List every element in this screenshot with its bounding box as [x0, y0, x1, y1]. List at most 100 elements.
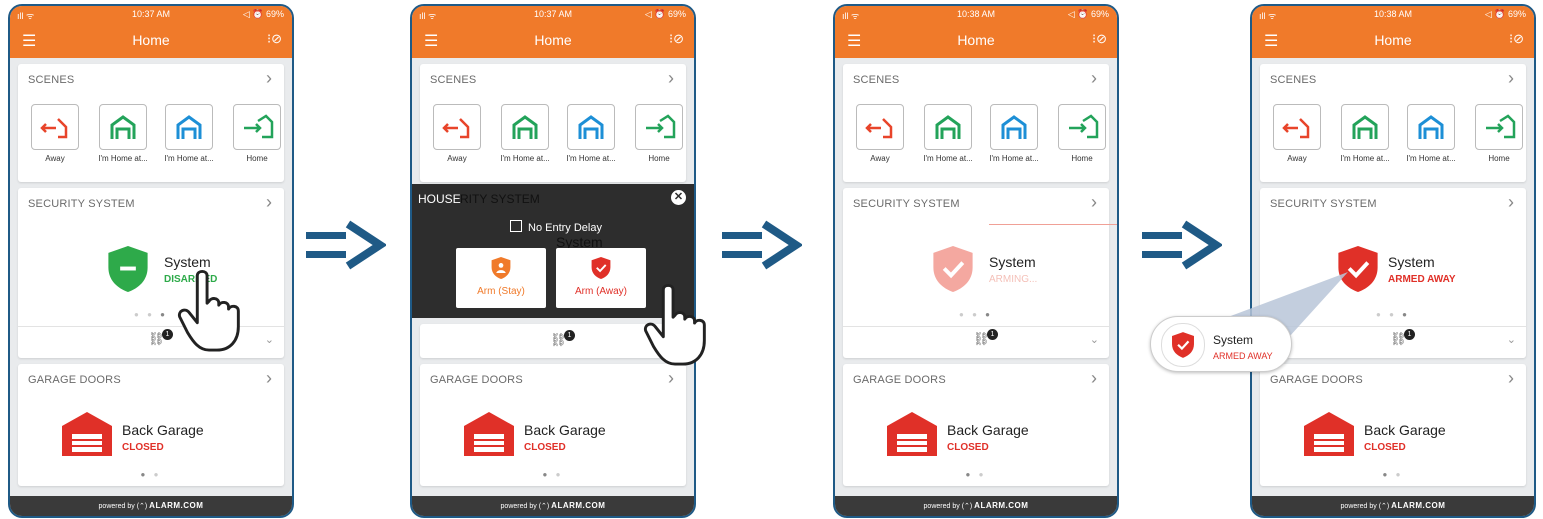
- garage-card: GARAGE DOORS › Back Garage CLOSED ● ●: [843, 364, 1109, 486]
- enter-house-icon: [233, 104, 281, 150]
- logo-icon: (⌃): [538, 503, 550, 510]
- chevron-down-icon[interactable]: ⌄: [265, 333, 274, 346]
- scene-home[interactable]: Home: [228, 104, 286, 163]
- chevron-right-icon[interactable]: ›: [1091, 68, 1097, 89]
- logo-icon: (⌃): [136, 503, 148, 510]
- checklist-icon[interactable]: ⁝⊘: [669, 31, 684, 47]
- battery-indicator: ◁ ⏰ 69%: [1067, 9, 1109, 19]
- scene-label: I'm Home at...: [989, 154, 1039, 163]
- footer: powered by (⌃) ALARM.COM: [1252, 496, 1534, 516]
- garage-header: GARAGE DOORS: [430, 374, 523, 386]
- powered-by: powered by: [1340, 503, 1377, 510]
- scene-label: I'm Home at...: [923, 154, 973, 163]
- page-title: Home: [534, 32, 572, 48]
- garage-name: Back Garage: [947, 422, 1029, 438]
- scene-home[interactable]: Home: [1470, 104, 1528, 163]
- scene-label: Away: [45, 154, 65, 163]
- garage-name: Back Garage: [122, 422, 204, 438]
- security-card: SECURITY SYSTEM › System ARMING... ● ● ●…: [843, 188, 1117, 359]
- scene-home-at-2[interactable]: I'm Home at...: [1402, 104, 1460, 163]
- status-bar: ıll ᯤ 10:38 AM ◁ ⏰ 69%: [835, 6, 1117, 22]
- system-name: System: [989, 254, 1036, 270]
- page-dots: ● ●: [542, 470, 564, 479]
- exit-house-icon: [1273, 104, 1321, 150]
- checklist-icon[interactable]: ⁝⊘: [1509, 31, 1524, 47]
- security-header: SECURITY SYSTEM: [28, 198, 135, 210]
- scene-label: I'm Home at...: [164, 154, 214, 163]
- arm-away-button[interactable]: Arm (Away): [556, 248, 646, 308]
- scene-home-at-1[interactable]: I'm Home at...: [919, 104, 977, 163]
- callout-name: System: [1213, 333, 1254, 347]
- no-entry-delay-checkbox[interactable]: No Entry Delay: [510, 220, 602, 234]
- arm-stay-button[interactable]: Arm (Stay): [456, 248, 546, 308]
- phone-screen-3: ıll ᯤ 10:38 AM ◁ ⏰ 69% ☰ Home ⁝⊘ SCENES …: [833, 4, 1119, 518]
- top-nav: ☰ Home ⁝⊘: [835, 22, 1117, 58]
- shield-disarmed-icon[interactable]: [106, 244, 150, 294]
- battery-indicator: ◁ ⏰ 69%: [242, 9, 284, 19]
- close-icon[interactable]: ✕: [671, 190, 686, 205]
- step-arrow-icon: [1142, 220, 1222, 270]
- garage-name: Back Garage: [1364, 422, 1446, 438]
- shield-person-icon: [490, 256, 512, 280]
- scene-away[interactable]: Away: [428, 104, 486, 163]
- garage-door-icon[interactable]: [60, 410, 114, 458]
- garage-name: Back Garage: [524, 422, 606, 438]
- system-status: ARMED AWAY: [1388, 274, 1456, 285]
- shield-armed-icon[interactable]: [1336, 244, 1380, 294]
- scene-home-at-1[interactable]: I'm Home at...: [1336, 104, 1394, 163]
- scene-label: I'm Home at...: [500, 154, 550, 163]
- brand-name: ALARM.COM: [1391, 501, 1446, 510]
- chevron-right-icon[interactable]: ›: [1091, 368, 1097, 389]
- garage-icon: [99, 104, 147, 150]
- scene-home-at-2[interactable]: I'm Home at...: [985, 104, 1043, 163]
- status-bar: ıll ᯤ 10:37 AM ◁ ⏰ 69%: [10, 6, 292, 22]
- chevron-right-icon[interactable]: ›: [1091, 192, 1097, 213]
- scene-home[interactable]: Home: [1053, 104, 1111, 163]
- enter-house-icon: [1058, 104, 1106, 150]
- chevron-right-icon[interactable]: ›: [1508, 68, 1514, 89]
- garage-header: GARAGE DOORS: [28, 374, 121, 386]
- checkbox-icon: [510, 220, 522, 232]
- footer: powered by (⌃) ALARM.COM: [10, 496, 292, 516]
- chevron-right-icon[interactable]: ›: [668, 68, 674, 89]
- chevron-right-icon[interactable]: ›: [1508, 368, 1514, 389]
- chevron-right-icon[interactable]: ›: [1508, 192, 1514, 213]
- shield-armed-icon: [1172, 332, 1194, 358]
- scene-away[interactable]: Away: [26, 104, 84, 163]
- scene-away[interactable]: Away: [1268, 104, 1326, 163]
- garage-door-icon[interactable]: [462, 410, 516, 458]
- checklist-icon[interactable]: ⁝⊘: [1092, 31, 1107, 47]
- system-name: System: [1388, 254, 1435, 270]
- logo-icon: (⌃): [1378, 503, 1390, 510]
- garage-door-icon[interactable]: [1302, 410, 1356, 458]
- page-dots: ● ● ●: [1376, 310, 1410, 319]
- scene-home-at-1[interactable]: I'm Home at...: [94, 104, 152, 163]
- brand-name: ALARM.COM: [974, 501, 1029, 510]
- scene-home-at-1[interactable]: I'm Home at...: [496, 104, 554, 163]
- scene-label: Home: [246, 154, 268, 163]
- chevron-down-icon[interactable]: ⌄: [1507, 333, 1516, 346]
- chevron-right-icon[interactable]: ›: [266, 68, 272, 89]
- garage-door-icon[interactable]: [885, 410, 939, 458]
- exit-house-icon: [31, 104, 79, 150]
- garage-status: CLOSED: [1364, 442, 1406, 453]
- page-title: Home: [132, 32, 170, 48]
- scene-label: Away: [870, 154, 890, 163]
- scene-home-at-2[interactable]: I'm Home at...: [562, 104, 620, 163]
- chevron-right-icon[interactable]: ›: [266, 192, 272, 213]
- security-header: SECURITY SYSTEM: [1270, 198, 1377, 210]
- garage-icon: [924, 104, 972, 150]
- scene-home-at-2[interactable]: I'm Home at...: [160, 104, 218, 163]
- scenes-card: SCENES › Away I'm Home at... I'm Home at…: [18, 64, 284, 182]
- page-title: Home: [957, 32, 995, 48]
- chevron-right-icon[interactable]: ›: [668, 368, 674, 389]
- chevron-right-icon[interactable]: ›: [266, 368, 272, 389]
- page-dots: ● ●: [965, 470, 987, 479]
- checklist-icon[interactable]: ⁝⊘: [267, 31, 282, 47]
- chevron-down-icon[interactable]: ⌄: [1090, 333, 1099, 346]
- scene-label: Away: [447, 154, 467, 163]
- security-footer: ⛓ 1 ⌄: [843, 326, 1109, 359]
- scene-home[interactable]: Home: [630, 104, 688, 163]
- shield-arming-icon[interactable]: [931, 244, 975, 294]
- scene-away[interactable]: Away: [851, 104, 909, 163]
